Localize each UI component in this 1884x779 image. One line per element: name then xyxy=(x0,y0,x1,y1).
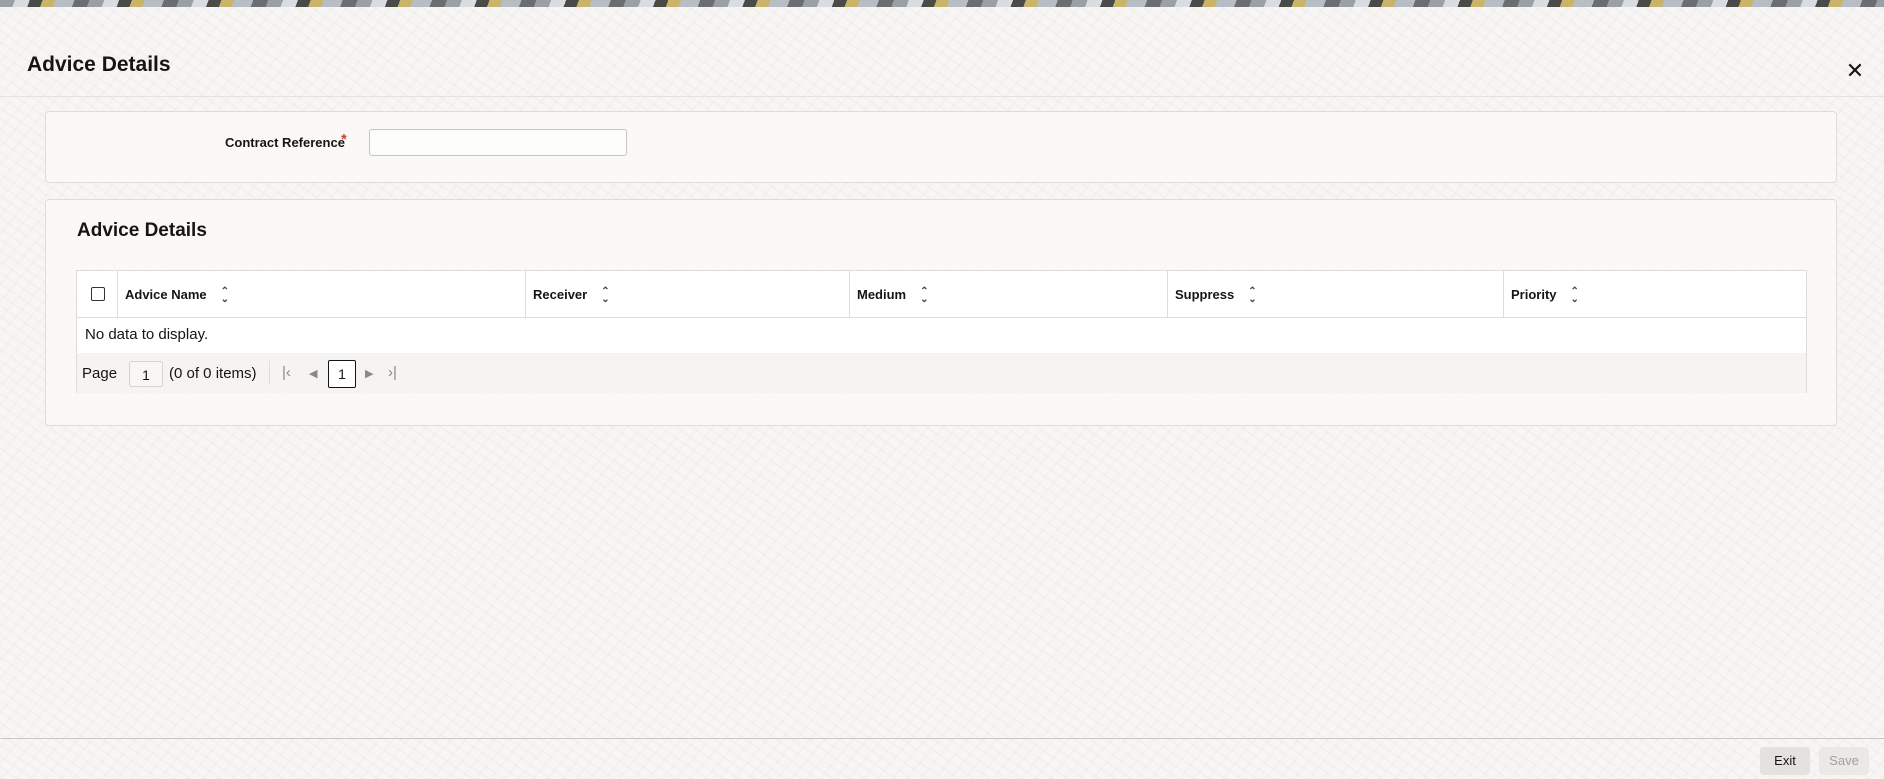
column-header-advice-name[interactable]: Advice Name ⌃ ⌄ xyxy=(118,271,526,318)
column-label: Receiver xyxy=(533,287,588,302)
column-label: Suppress xyxy=(1175,287,1235,302)
column-label: Advice Name xyxy=(125,287,207,302)
sort-icon[interactable]: ⌃ ⌄ xyxy=(221,286,229,304)
banner-strip xyxy=(0,0,1884,7)
advice-table: Advice Name ⌃ ⌄ Receiver ⌃ ⌄ Medium ⌃ ⌄ Suppre… xyxy=(76,270,1807,393)
sort-icon[interactable]: ⌃ ⌄ xyxy=(1248,286,1256,304)
pagination-bar: Page 1 (0 of 0 items) |‹ ◀ 1 ▶ ›| xyxy=(77,353,1806,393)
page-label: Page xyxy=(82,365,118,382)
sort-icon[interactable]: ⌃ ⌄ xyxy=(1571,286,1579,304)
sort-icon[interactable]: ⌃ ⌄ xyxy=(601,286,609,304)
contract-reference-label: Contract Reference xyxy=(225,135,345,150)
page-number-input[interactable]: 1 xyxy=(129,361,163,387)
sort-icon[interactable]: ⌃ ⌄ xyxy=(920,286,928,304)
table-header: Advice Name ⌃ ⌄ Receiver ⌃ ⌄ Medium ⌃ ⌄ Suppre… xyxy=(77,271,1806,318)
window-header xyxy=(0,7,1884,97)
column-label: Priority xyxy=(1511,287,1557,302)
section-title: Advice Details xyxy=(77,220,207,241)
item-count: (0 of 0 items) xyxy=(169,365,257,382)
contract-reference-input[interactable] xyxy=(369,129,627,156)
empty-message: No data to display. xyxy=(85,326,209,343)
next-page-icon[interactable]: ▶ xyxy=(365,367,373,380)
current-page-button[interactable]: 1 xyxy=(328,360,356,388)
required-marker: * xyxy=(341,131,347,148)
first-page-icon[interactable]: |‹ xyxy=(282,364,291,381)
select-all-checkbox[interactable] xyxy=(91,287,105,301)
column-label: Medium xyxy=(857,287,907,302)
pager-divider xyxy=(269,361,270,385)
save-button[interactable]: Save xyxy=(1819,747,1869,775)
select-all-cell xyxy=(77,271,118,318)
page-title: Advice Details xyxy=(27,53,171,76)
previous-page-icon[interactable]: ◀ xyxy=(309,367,317,380)
column-header-receiver[interactable]: Receiver ⌃ ⌄ xyxy=(526,271,850,318)
column-header-medium[interactable]: Medium ⌃ ⌄ xyxy=(850,271,1168,318)
last-page-icon[interactable]: ›| xyxy=(388,364,397,381)
exit-button[interactable]: Exit xyxy=(1760,747,1810,775)
column-header-priority[interactable]: Priority ⌃ ⌄ xyxy=(1504,271,1806,318)
close-icon[interactable]: ✕ xyxy=(1842,58,1868,84)
footer-divider xyxy=(0,738,1884,739)
column-header-suppress[interactable]: Suppress ⌃ ⌄ xyxy=(1168,271,1504,318)
